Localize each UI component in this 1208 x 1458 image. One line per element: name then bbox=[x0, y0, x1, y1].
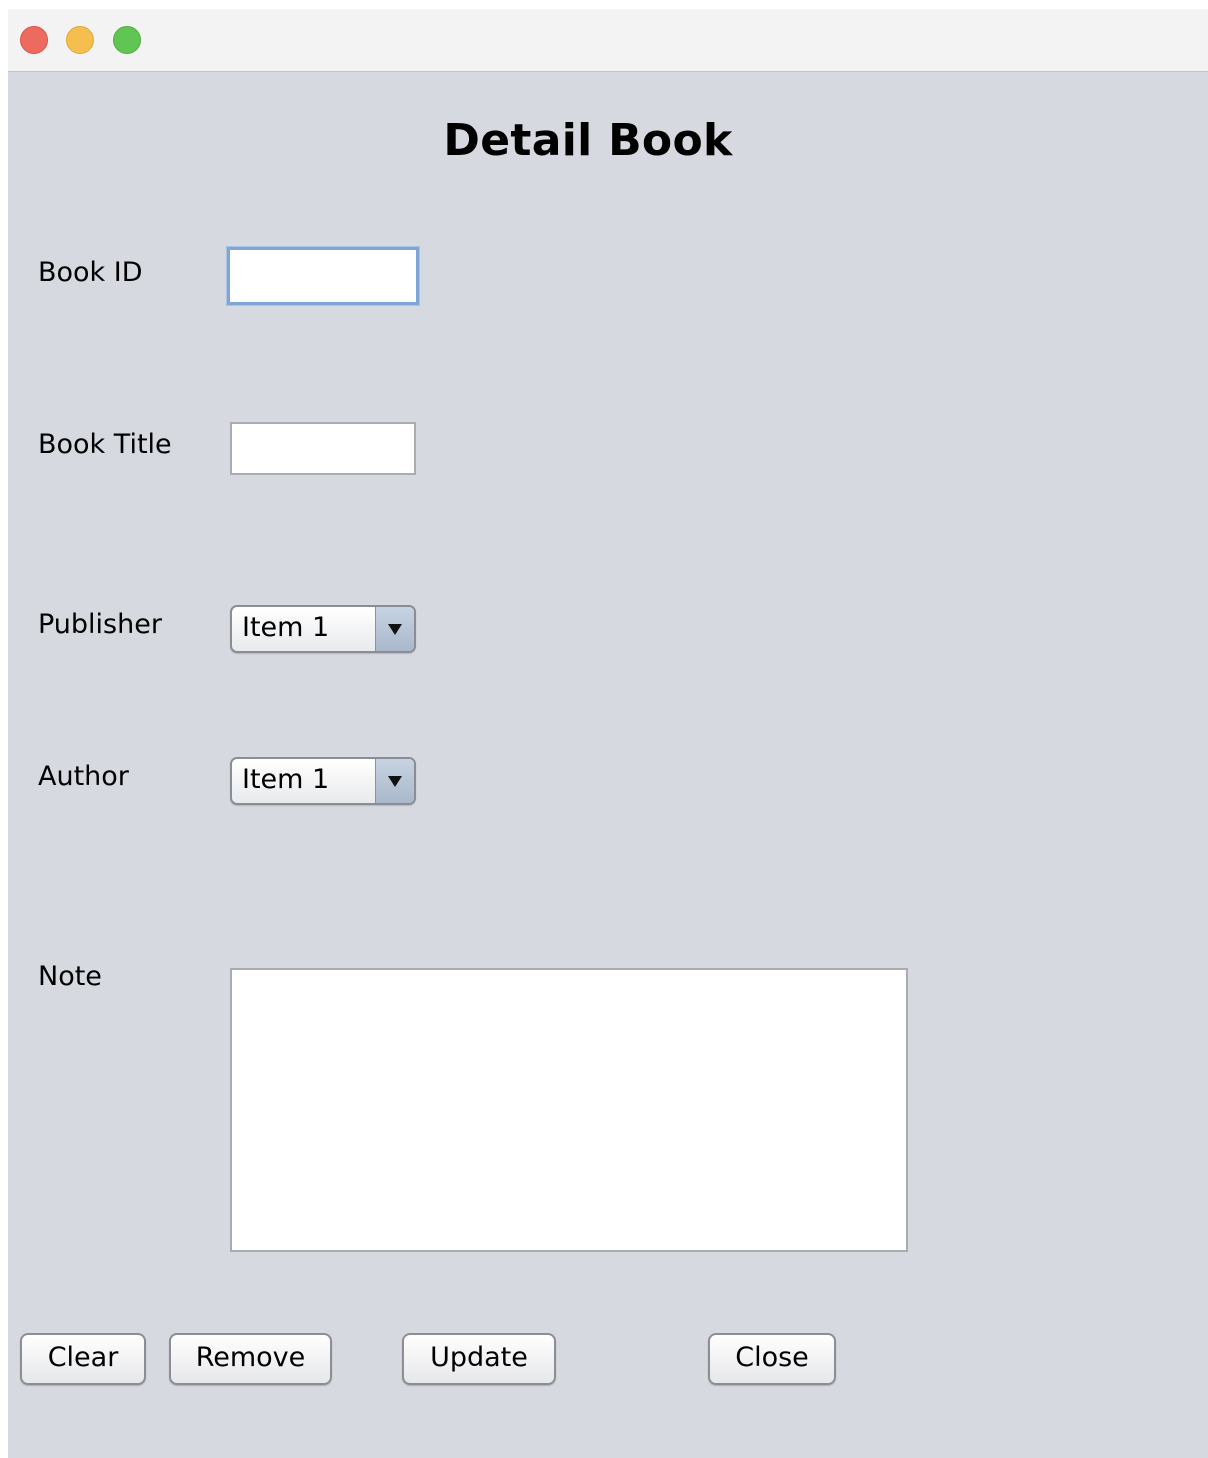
clear-button[interactable]: Clear bbox=[20, 1333, 146, 1385]
book-id-label: Book ID bbox=[38, 257, 143, 288]
close-button[interactable]: Close bbox=[708, 1333, 836, 1385]
title-bar bbox=[8, 9, 1208, 72]
maximize-window-icon[interactable] bbox=[113, 26, 141, 54]
publisher-label: Publisher bbox=[38, 609, 162, 640]
author-label: Author bbox=[38, 761, 129, 792]
publisher-selected-value: Item 1 bbox=[242, 612, 330, 643]
chevron-down-icon[interactable] bbox=[375, 759, 414, 803]
book-id-field[interactable] bbox=[227, 247, 419, 305]
author-selected-value: Item 1 bbox=[242, 764, 330, 795]
book-title-field[interactable] bbox=[230, 422, 416, 475]
minimize-window-icon[interactable] bbox=[66, 26, 94, 54]
note-label: Note bbox=[38, 961, 102, 992]
detail-book-window: Detail Book Book ID Book Title Publisher… bbox=[8, 9, 1208, 1458]
publisher-dropdown[interactable]: Item 1 bbox=[230, 605, 416, 653]
close-window-icon[interactable] bbox=[20, 26, 48, 54]
book-title-label: Book Title bbox=[38, 429, 172, 460]
page-title: Detail Book bbox=[443, 115, 733, 166]
note-textarea[interactable] bbox=[230, 968, 908, 1252]
chevron-down-icon[interactable] bbox=[375, 607, 414, 651]
update-button[interactable]: Update bbox=[402, 1333, 556, 1385]
author-dropdown[interactable]: Item 1 bbox=[230, 757, 416, 805]
remove-button[interactable]: Remove bbox=[169, 1333, 332, 1385]
